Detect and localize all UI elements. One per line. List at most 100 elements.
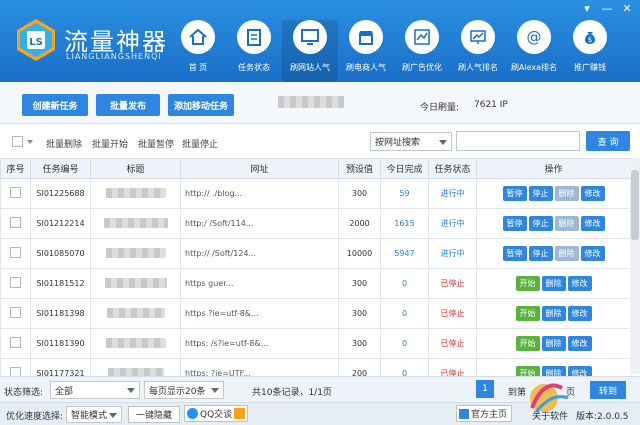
search-type-select[interactable]: 按网址搜索 xyxy=(370,132,452,151)
chevron-down-icon xyxy=(211,388,219,393)
stop-button[interactable]: 停止 xyxy=(528,216,553,231)
delete-button[interactable]: 删除 xyxy=(554,186,579,201)
nav-item-task-status[interactable]: 任务状态 xyxy=(226,20,282,82)
delete-button[interactable]: 删除 xyxy=(554,246,579,261)
pause-button[interactable]: 暂停 xyxy=(502,186,527,201)
batch-publish-button[interactable]: 批量发布 xyxy=(96,94,160,116)
pause-button[interactable]: 暂停 xyxy=(502,246,527,261)
current-page[interactable]: 1 xyxy=(476,380,494,398)
batch-pause-link[interactable]: 批量暂停 xyxy=(138,137,174,150)
per-page-value: 每页显示20条 xyxy=(149,386,206,397)
batch-stop-link[interactable]: 批量停止 xyxy=(182,137,218,150)
status-filter-select[interactable]: 全部 xyxy=(50,381,140,399)
table-row: SI01181512 https guer... 300 0 已停止 开始 删除修… xyxy=(0,268,631,299)
edit-button[interactable]: 修改 xyxy=(567,336,592,351)
chart-line-icon xyxy=(414,29,430,45)
edit-button[interactable]: 修改 xyxy=(580,186,605,201)
row-checkbox[interactable] xyxy=(10,277,21,288)
delete-button[interactable]: 删除 xyxy=(541,306,566,321)
task-preset: 300 xyxy=(338,328,381,359)
create-task-button[interactable]: 创建新任务 xyxy=(22,94,88,116)
minimize-icon[interactable]: — xyxy=(600,2,614,15)
start-button[interactable]: 开始 xyxy=(515,276,540,291)
nav-label: 推广赚钱 xyxy=(574,63,606,72)
nav-item-website-traffic[interactable]: 刷网站人气 xyxy=(282,20,338,82)
task-id: SI01085070 xyxy=(30,238,91,269)
scrollbar-thumb[interactable] xyxy=(631,170,639,240)
today-traffic-label: 今日刷量: xyxy=(420,103,460,113)
batch-delete-link[interactable]: 批量删除 xyxy=(46,137,82,150)
task-id: SI01225688 xyxy=(30,178,91,209)
record-summary: 共10条记录，1/1页 xyxy=(252,388,332,398)
watermark-logo-icon xyxy=(530,383,569,413)
table-row: SI01225688 http:// ./blog... 300 59 进行中 … xyxy=(0,178,631,209)
row-checkbox[interactable] xyxy=(10,307,21,318)
nav-item-alexa-ranking[interactable]: @ 刷Alexa排名 xyxy=(506,20,562,82)
column-header: 任务编号 xyxy=(30,158,91,179)
per-page-select[interactable]: 每页显示20条 xyxy=(144,381,224,399)
column-header: 预设值 xyxy=(338,158,381,179)
nav-item-promote-earn[interactable]: $ 推广赚钱 xyxy=(562,20,618,82)
redacted-title xyxy=(105,247,166,258)
app-subtitle: LIANGLIANGSHENQI xyxy=(66,52,162,61)
row-checkbox[interactable] xyxy=(10,337,21,348)
row-actions: 开始 删除 修改 xyxy=(476,298,631,329)
nav-label: 任务状态 xyxy=(238,63,270,72)
delete-button[interactable]: 删除 xyxy=(541,336,566,351)
column-header: 网址 xyxy=(180,158,339,179)
batch-start-link[interactable]: 批量开始 xyxy=(92,137,128,150)
select-all-control[interactable] xyxy=(12,136,33,147)
speed-select[interactable]: 智能模式 xyxy=(66,406,122,423)
status-filter-value: 全部 xyxy=(55,386,74,397)
qq-chat-button[interactable]: QQ交谈 xyxy=(184,405,248,422)
task-id: SI01181398 xyxy=(30,298,91,329)
task-preset: 2000 xyxy=(338,208,381,239)
official-home-label: 官方主页 xyxy=(471,410,508,420)
edit-button[interactable]: 修改 xyxy=(567,306,592,321)
task-preset: 300 xyxy=(338,298,381,329)
task-url: https guer... xyxy=(180,268,339,299)
task-id: SI01181512 xyxy=(30,268,91,299)
chevron-down-icon[interactable] xyxy=(27,139,33,144)
dropdown-menu-icon[interactable]: ▾ xyxy=(580,2,594,15)
delete-button[interactable]: 删除 xyxy=(554,216,579,231)
app-header: LS 流量神器 LIANGLIANGSHENQI ▾ — ✕ 首 页 任务状态 … xyxy=(0,0,640,82)
start-button[interactable]: 开始 xyxy=(515,336,540,351)
nav-item-ecommerce-traffic[interactable]: 刷电商人气 xyxy=(338,20,394,82)
hide-all-button[interactable]: 一键隐藏 xyxy=(128,406,180,423)
svg-text:$: $ xyxy=(588,36,592,44)
stop-button[interactable]: 停止 xyxy=(528,246,553,261)
row-checkbox[interactable] xyxy=(10,217,21,228)
edit-button[interactable]: 修改 xyxy=(580,216,605,231)
at-sign-icon: @ xyxy=(527,28,542,46)
delete-button[interactable]: 删除 xyxy=(541,276,566,291)
stop-button[interactable]: 停止 xyxy=(528,186,553,201)
edit-button[interactable]: 修改 xyxy=(567,276,592,291)
nav-item-ad-optimization[interactable]: 刷广告优化 xyxy=(394,20,450,82)
official-home-button[interactable]: 官方主页 xyxy=(456,405,512,422)
table-scrollbar[interactable] xyxy=(630,158,640,374)
edit-button[interactable]: 修改 xyxy=(580,246,605,261)
nav-item-popularity-ranking[interactable]: 刷人气排名 xyxy=(450,20,506,82)
column-header: 序号 xyxy=(0,158,31,179)
nav-item-home[interactable]: 首 页 xyxy=(170,20,226,82)
search-type-value: 按网址搜索 xyxy=(375,138,421,148)
select-all-checkbox[interactable] xyxy=(12,136,23,147)
nav-label: 刷电商人气 xyxy=(346,63,386,72)
pause-button[interactable]: 暂停 xyxy=(502,216,527,231)
app-logo-icon: LS xyxy=(17,19,55,61)
search-button[interactable]: 查 询 xyxy=(586,131,630,151)
row-checkbox[interactable] xyxy=(10,187,21,198)
task-status: 进行中 xyxy=(428,238,477,269)
row-checkbox[interactable] xyxy=(10,247,21,258)
home-page-icon xyxy=(459,408,469,419)
row-actions: 开始 删除 修改 xyxy=(476,268,631,299)
start-button[interactable]: 开始 xyxy=(515,306,540,321)
home-icon xyxy=(189,28,207,45)
add-mobile-task-button[interactable]: 添加移动任务 xyxy=(168,94,234,116)
table-row: SI01181398 https ?ie=utf-8&... 300 0 已停止… xyxy=(0,298,631,329)
column-header: 今日完成 xyxy=(380,158,429,179)
close-icon[interactable]: ✕ xyxy=(620,2,634,15)
nav-label: 刷广告优化 xyxy=(402,63,442,72)
search-input[interactable] xyxy=(456,131,580,151)
